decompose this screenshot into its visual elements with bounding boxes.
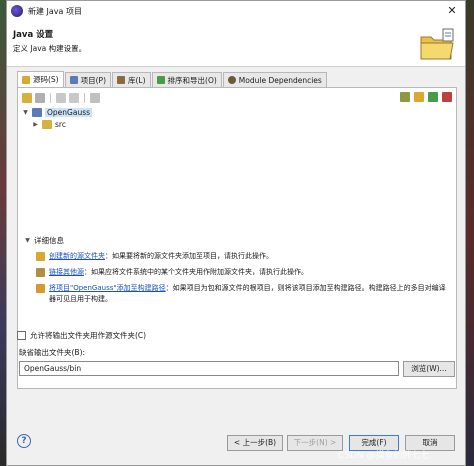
library-icon [117,76,125,84]
default-output-folder-label: 缺省输出文件夹(B): [19,348,86,357]
source-icon [22,75,30,84]
close-button[interactable]: ✕ [445,4,459,18]
tree-item-label: OpenGauss [45,107,93,117]
tree-item-project[interactable]: ▼ OpenGauss [22,106,452,118]
next-button[interactable]: 下一步(N) > [287,435,343,451]
filter-exclude-icon[interactable] [69,93,79,103]
detail-add-project-to-build-path: 将项目"OpenGauss"添加至构建路径：如果项目为包和源文件的根项目，则将该… [36,283,448,305]
tab-libraries[interactable]: 库(L) [112,72,151,87]
module-icon [227,76,236,84]
help-icon[interactable]: ? [17,434,31,448]
tab-label: Module Dependencies [238,75,322,85]
detail-text: ：如果应将文件系统中的某个文件夹用作附加源文件夹，请执行此操作。 [84,268,308,276]
folder-wizard-icon [420,28,454,60]
allow-output-folders-option[interactable]: 允许将输出文件夹用作源文件夹(C) [17,330,146,341]
java-project-icon [32,107,42,117]
details-heading: 详细信息 [34,236,64,245]
default-output-folder-input[interactable] [19,361,399,376]
order-export-icon [156,76,165,84]
tab-source[interactable]: 源码(S) [17,71,64,87]
refresh-icon[interactable] [428,92,438,102]
toolbar-separator [50,93,51,103]
source-tree: ▼ OpenGauss ▶ src [22,106,452,216]
source-folder-icon [42,119,52,129]
browse-button[interactable]: 浏览(W)... [403,361,455,377]
title-bar: 新建 Java 项目 ✕ [7,1,465,21]
csdn-watermark: CSDN @摸鱼的胖七七 [338,451,430,461]
link-source-icon[interactable] [35,93,45,103]
options-menu-icon[interactable] [90,93,100,103]
source-toolbar-right [400,92,452,104]
add-package-icon[interactable] [414,92,424,102]
new-java-project-dialog: 新建 Java 项目 ✕ Java 设置 定义 Java 构建设置。 源码(S)… [6,0,466,466]
add-to-build-path-link[interactable]: 将项目"OpenGauss"添加至构建路径 [49,284,166,292]
expand-icon[interactable]: ▶ [32,121,39,128]
tab-projects[interactable]: 项目(P) [64,72,111,87]
collapse-icon[interactable]: ▼ [22,109,29,116]
link-source-link[interactable]: 链接其他源 [49,268,84,276]
collapse-icon[interactable]: ▼ [24,237,31,244]
add-folder-icon[interactable] [22,93,32,103]
tab-label: 项目(P) [80,75,106,85]
tab-module-dependencies[interactable]: Module Dependencies [222,72,327,87]
filter-icon[interactable] [56,93,66,103]
detail-link-source: 链接其他源：如果应将文件系统中的某个文件夹用作附加源文件夹，请执行此操作。 [36,267,448,278]
back-button[interactable]: < 上一步(B) [227,435,283,451]
wizard-banner: Java 设置 定义 Java 构建设置。 [7,21,465,67]
detail-text: ：如果要将新的源文件夹添加至项目，请执行此操作。 [105,252,273,260]
settings-tabs: 源码(S) 项目(P) 库(L) 排序和导出(O) Module Depende… [17,71,328,87]
tree-item-src[interactable]: ▶ src [22,118,452,130]
tree-item-label: src [55,119,66,129]
link-folder-icon [36,268,45,277]
checkbox-label: 允许将输出文件夹用作源文件夹(C) [30,331,147,340]
tab-order-export[interactable]: 排序和导出(O) [151,72,222,87]
window-title: 新建 Java 项目 [28,6,82,16]
remove-icon[interactable] [442,92,452,102]
background-right-edge [466,0,474,466]
new-folder-icon [36,252,45,261]
allow-output-folders-checkbox[interactable] [17,331,26,340]
tab-label: 源码(S) [33,75,59,84]
tab-label: 库(L) [128,75,146,85]
toolbar-separator [84,93,85,103]
project-icon [69,76,78,84]
source-tab-panel: ▼ OpenGauss ▶ src ▼ 详细信息 创建新的源文件夹：如果要将新的… [17,87,457,389]
build-path-icon [36,284,45,293]
add-source-icon[interactable] [400,92,410,102]
create-source-folder-link[interactable]: 创建新的源文件夹 [49,252,105,260]
detail-create-source-folder: 创建新的源文件夹：如果要将新的源文件夹添加至项目，请执行此操作。 [36,251,448,262]
page-title: Java 设置 [13,30,54,40]
page-description: 定义 Java 构建设置。 [13,44,87,53]
details-section-header[interactable]: ▼ 详细信息 [24,235,64,246]
eclipse-icon [11,5,23,17]
source-toolbar [22,92,100,104]
tab-label: 排序和导出(O) [167,75,217,85]
